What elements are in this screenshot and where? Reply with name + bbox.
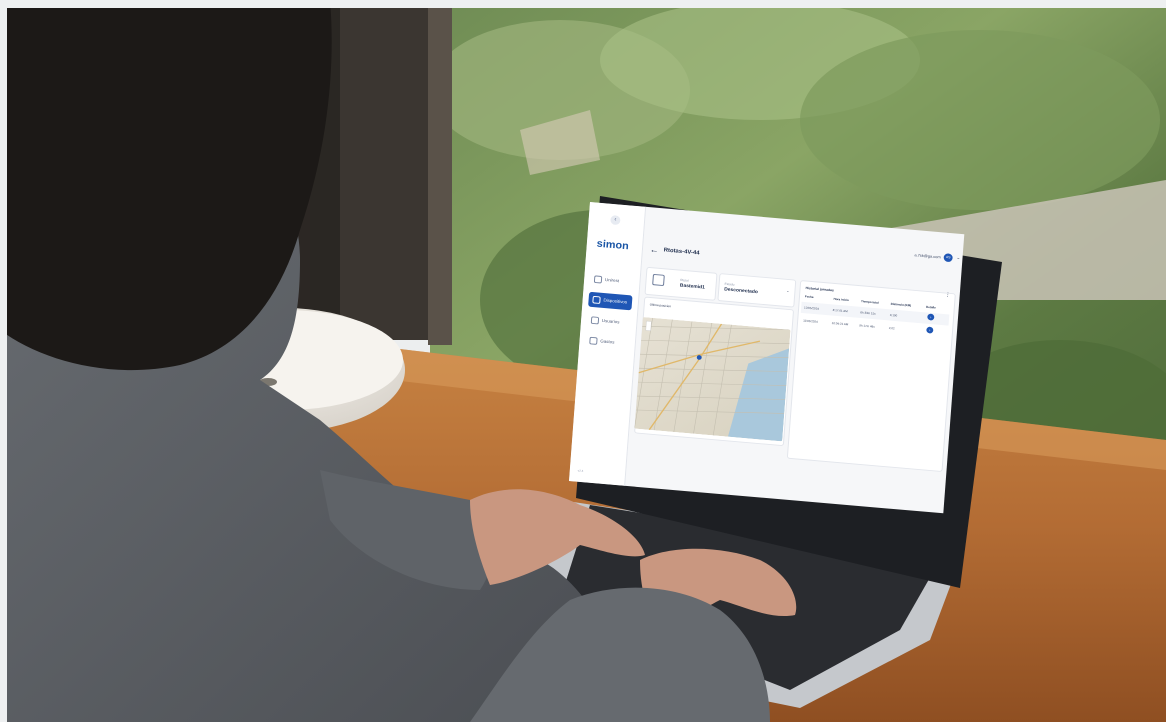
column-header: Detalle	[925, 304, 936, 310]
sidebar-item-label: Unirest	[604, 277, 620, 284]
column-header: Distancia (KM)	[890, 301, 912, 308]
card-value: Bastemid1	[679, 282, 706, 291]
device-icon	[592, 295, 601, 304]
sidebar-item-gastos[interactable]: Gastos	[585, 333, 629, 352]
sidebar-item-dispositivos[interactable]: Dispositivos	[588, 291, 633, 311]
table-cell: 2,02	[888, 326, 895, 331]
column-header: Hora inicio	[833, 296, 849, 303]
info-card-1: Rtotal Bastemid1	[644, 266, 718, 301]
card-label: Rtotal	[680, 278, 689, 283]
app-window: ‹ simon Unirest Dispositivos Usuarios Ga…	[569, 202, 965, 514]
sidebar-item-unirest[interactable]: Unirest	[590, 271, 634, 290]
history-card: Historial jornadas ⋮ Fecha Hora inicio T…	[786, 280, 956, 473]
top-border	[0, 0, 1166, 8]
column-header: Fecha	[804, 294, 814, 299]
photo-scene: ‹ simon Unirest Dispositivos Usuarios Ga…	[0, 0, 1166, 722]
vehicle-icon	[652, 273, 665, 287]
map-image	[634, 317, 791, 442]
sidebar-item-label: Dispositivos	[603, 297, 628, 305]
chevron-left-icon[interactable]: ‹	[610, 215, 621, 226]
users-icon	[590, 316, 600, 325]
laptop-screen: ‹ simon Unirest Dispositivos Usuarios Ga…	[569, 202, 996, 560]
status-value: Desconectado	[723, 286, 759, 296]
cost-icon	[589, 336, 598, 345]
card-label: Ultima posicion	[649, 302, 672, 309]
table-title: Historial jornadas	[805, 286, 834, 293]
status-card[interactable]: Estado Desconectado ⌄	[717, 273, 797, 308]
table-cell: 3,100	[889, 313, 898, 318]
back-arrow-icon[interactable]: ←	[650, 245, 660, 255]
version-label: v2.4	[577, 468, 584, 473]
column-header: Tiempo total	[860, 299, 879, 305]
zoom-control[interactable]	[645, 320, 652, 331]
sidebar-item-label: Gastos	[600, 338, 615, 345]
chevron-down-icon[interactable]: ⌄	[956, 255, 961, 261]
user-email[interactable]: a.7sk@ga.com	[914, 252, 941, 259]
home-icon	[593, 275, 603, 284]
page-title: Rtotas-4V-44	[663, 247, 700, 257]
chevron-down-icon[interactable]: ⌄	[786, 288, 790, 293]
map-view[interactable]	[634, 317, 791, 442]
left-border	[0, 0, 7, 722]
more-icon[interactable]: ⋮	[945, 292, 951, 299]
sidebar-item-usuarios[interactable]: Usuarios	[587, 312, 631, 331]
sidebar-item-label: Usuarios	[601, 318, 620, 325]
avatar[interactable]: AS	[943, 253, 953, 263]
app-logo: simon	[596, 238, 630, 253]
